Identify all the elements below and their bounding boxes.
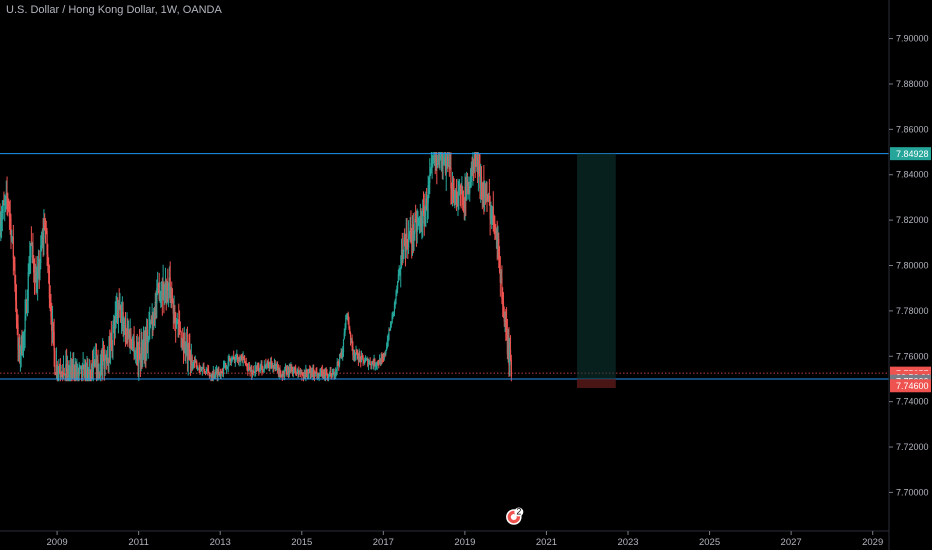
price-tick-label: 7.84000 <box>896 170 929 180</box>
time-tick-label: 2015 <box>291 537 312 548</box>
candle-body <box>331 374 334 378</box>
time-tick-label: 2021 <box>536 537 557 548</box>
candle-body <box>362 356 364 360</box>
price-tag-label: 7.84928 <box>896 149 929 159</box>
price-tick-label: 7.78000 <box>896 306 929 316</box>
time-tick-label: 2025 <box>699 537 720 548</box>
price-tick-label: 7.76000 <box>896 351 929 361</box>
time-tick-label: 2027 <box>781 537 802 548</box>
price-tick-label: 7.88000 <box>896 79 929 89</box>
time-axis[interactable]: 2009 2011 2013 2015 2017 2019 2021 2023 2025 2027… <box>47 531 884 548</box>
candle-body <box>104 359 106 370</box>
price-tick-label: 7.86000 <box>896 124 929 134</box>
time-tick-label: 2023 <box>617 537 638 548</box>
price-tick-label: 7.82000 <box>896 215 929 225</box>
candle-body <box>510 359 512 377</box>
price-axis[interactable]: 7.70000 7.72000 7.74000 7.76000 7.78000 7.800… <box>889 34 929 498</box>
time-tick-label: 2011 <box>128 537 148 548</box>
candle-body <box>54 350 56 374</box>
candle-body <box>342 339 345 353</box>
time-tick-label: 2009 <box>47 537 68 548</box>
event-marker[interactable]: 2 <box>506 507 524 525</box>
candle-body <box>390 323 392 325</box>
price-tick-label: 7.72000 <box>896 442 929 452</box>
price-tick-label: 7.80000 <box>896 261 929 271</box>
price-tick-label: 7.74000 <box>896 397 929 407</box>
time-tick-label: 2017 <box>373 537 394 548</box>
price-tick-label: 7.90000 <box>896 34 929 44</box>
chart-canvas[interactable]: 7.70000 7.72000 7.74000 7.76000 7.78000 7.800… <box>0 0 932 550</box>
time-tick-label: 2019 <box>454 537 475 548</box>
candles-layer <box>0 152 512 382</box>
time-tick-label: 2013 <box>210 537 231 548</box>
price-tick-label: 7.70000 <box>896 487 929 497</box>
time-tick-label: 2029 <box>862 537 883 548</box>
candle-body <box>369 361 371 365</box>
position-loss-zone <box>577 378 616 389</box>
candle-body <box>53 331 55 351</box>
position-profit-zone <box>577 153 616 379</box>
event-count-label: 2 <box>516 507 521 517</box>
price-tag-label: 7.74600 <box>896 381 929 391</box>
candle-body <box>397 281 399 289</box>
candle-body <box>12 237 14 259</box>
position-box[interactable] <box>577 153 616 389</box>
